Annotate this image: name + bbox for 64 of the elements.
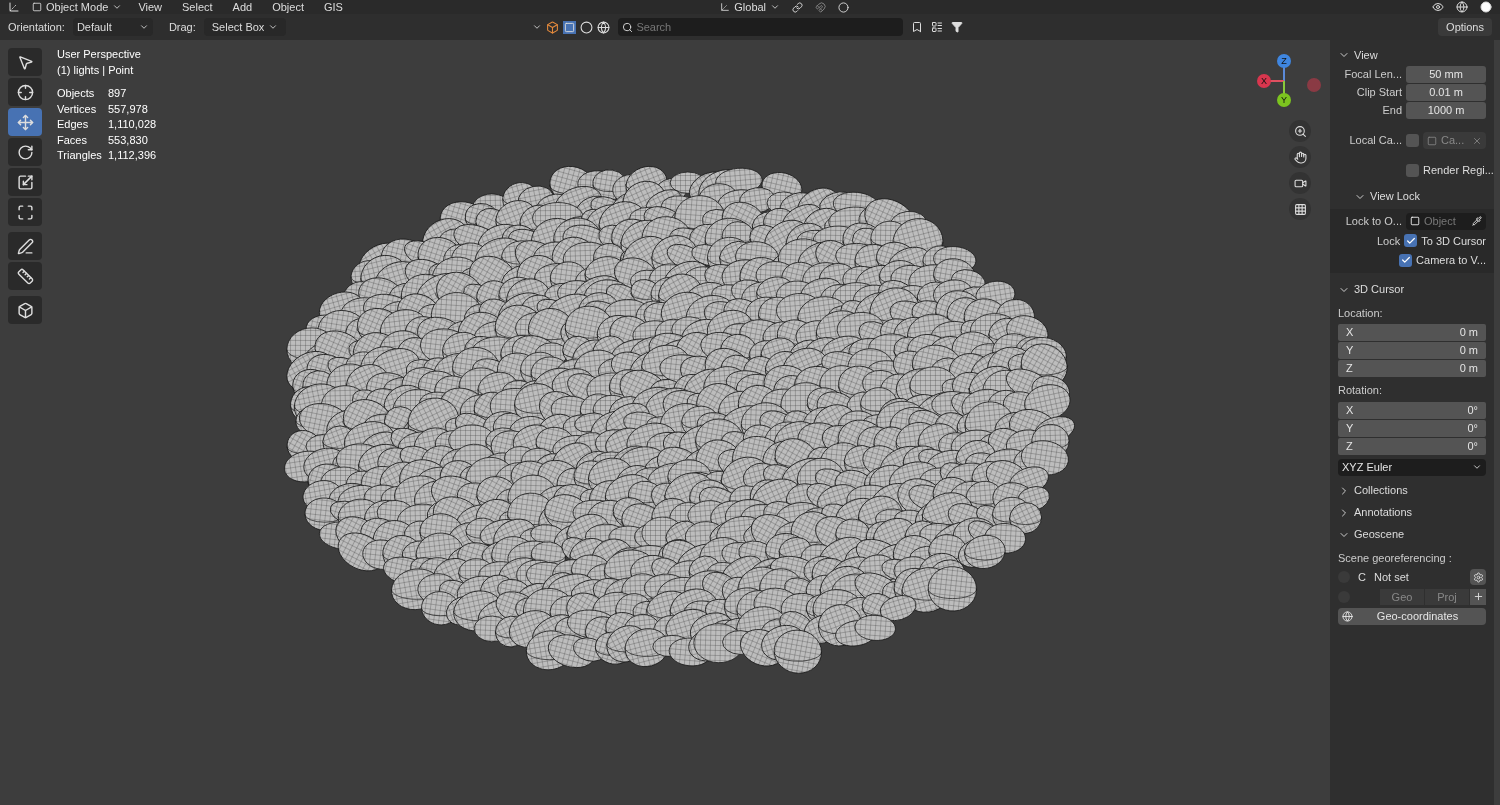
panel-title: 3D Cursor	[1354, 282, 1405, 298]
value-field[interactable]: 50 mm	[1406, 66, 1486, 83]
panel-header[interactable]: View	[1330, 44, 1494, 66]
crs-letter: C	[1358, 570, 1366, 585]
value-field[interactable]: Z 0 m	[1338, 360, 1486, 377]
panel-header[interactable]: Geoscene	[1330, 523, 1494, 546]
panel-title: View	[1354, 47, 1378, 63]
transform-dropdown[interactable]: Global	[720, 0, 781, 16]
value-field[interactable]: Y 0 m	[1338, 342, 1486, 359]
object-field[interactable]: Object	[1406, 212, 1486, 230]
menu-item[interactable]: GIS	[320, 0, 347, 16]
stat-value: 1,112,396	[108, 148, 157, 163]
field-label: Clip Start	[1355, 85, 1402, 101]
panel-header[interactable]: Annotations	[1330, 501, 1494, 524]
stat-label: Faces	[57, 132, 88, 148]
panel-title: Collections	[1354, 483, 1408, 499]
stat-value: 557,978	[108, 101, 149, 117]
stat-value: 1,110,028	[108, 117, 157, 132]
view-title: User Perspective	[57, 47, 142, 62]
field-label: Lock to O...	[1344, 213, 1402, 229]
panel-title: View Lock	[1370, 189, 1420, 205]
stat-value: 553,830	[108, 132, 149, 148]
axis-gizmo-drawing[interactable]: Z X Y	[1256, 52, 1326, 110]
stat-label: Triangles	[57, 148, 103, 163]
value-field[interactable]: 0.01 m	[1406, 84, 1486, 101]
checkbox-label: Render Regi...	[1423, 163, 1494, 178]
panel-title: Geoscene	[1354, 527, 1405, 543]
value-field[interactable]: Z 0°	[1338, 437, 1486, 455]
rotation-mode-dropdown[interactable]: XYZ Euler	[1338, 458, 1486, 476]
search-field[interactable]: Search	[618, 18, 904, 36]
checkbox-label: Camera to V...	[1416, 253, 1486, 268]
value-field[interactable]: X 0°	[1338, 401, 1486, 419]
stat-label: Objects	[57, 86, 96, 101]
orientation-label: Orientation:	[8, 19, 65, 35]
value-field[interactable]: 1000 m	[1406, 102, 1486, 119]
field-label: Local Ca...	[1348, 133, 1402, 149]
drag-label: Drag:	[168, 19, 196, 35]
panel-title: Annotations	[1354, 505, 1413, 521]
options-button[interactable]: Options	[1438, 18, 1492, 36]
panel-header[interactable]: 3D Cursor	[1330, 278, 1494, 301]
stat-value: 897	[108, 86, 128, 101]
menu-item[interactable]: Select	[178, 0, 217, 16]
field-label: End	[1381, 103, 1402, 119]
value-field[interactable]: Y 0°	[1338, 419, 1486, 437]
section-label: Location:	[1338, 305, 1384, 321]
orientation-dropdown[interactable]: Default	[72, 18, 153, 36]
value-field[interactable]: X 0 m	[1338, 324, 1486, 341]
section-label: Scene georeferencing :	[1338, 550, 1453, 566]
field-label: Lock	[1375, 233, 1401, 249]
view-subtitle: (1) lights | Point	[57, 63, 135, 78]
stat-label: Vertices	[57, 101, 98, 117]
menu-item[interactable]: Object	[268, 0, 308, 16]
section-label: Rotation:	[1338, 383, 1384, 398]
crs-value: Not set	[1373, 570, 1410, 585]
drag-dropdown[interactable]: Select Box	[203, 18, 287, 36]
checkbox-label: To 3D Cursor	[1421, 233, 1486, 249]
field-label: Focal Len...	[1343, 67, 1402, 83]
panel-header[interactable]: Collections	[1330, 479, 1494, 502]
panel-header[interactable]: View Lock	[1346, 185, 1486, 208]
stat-label: Edges	[57, 117, 90, 132]
menu-item[interactable]: Add	[228, 0, 257, 16]
geo-coordinates-button[interactable]: Geo-coordinates	[1338, 607, 1486, 625]
mode-dropdown[interactable]: Object Mode	[32, 0, 123, 16]
menu-item[interactable]: View	[134, 0, 167, 16]
